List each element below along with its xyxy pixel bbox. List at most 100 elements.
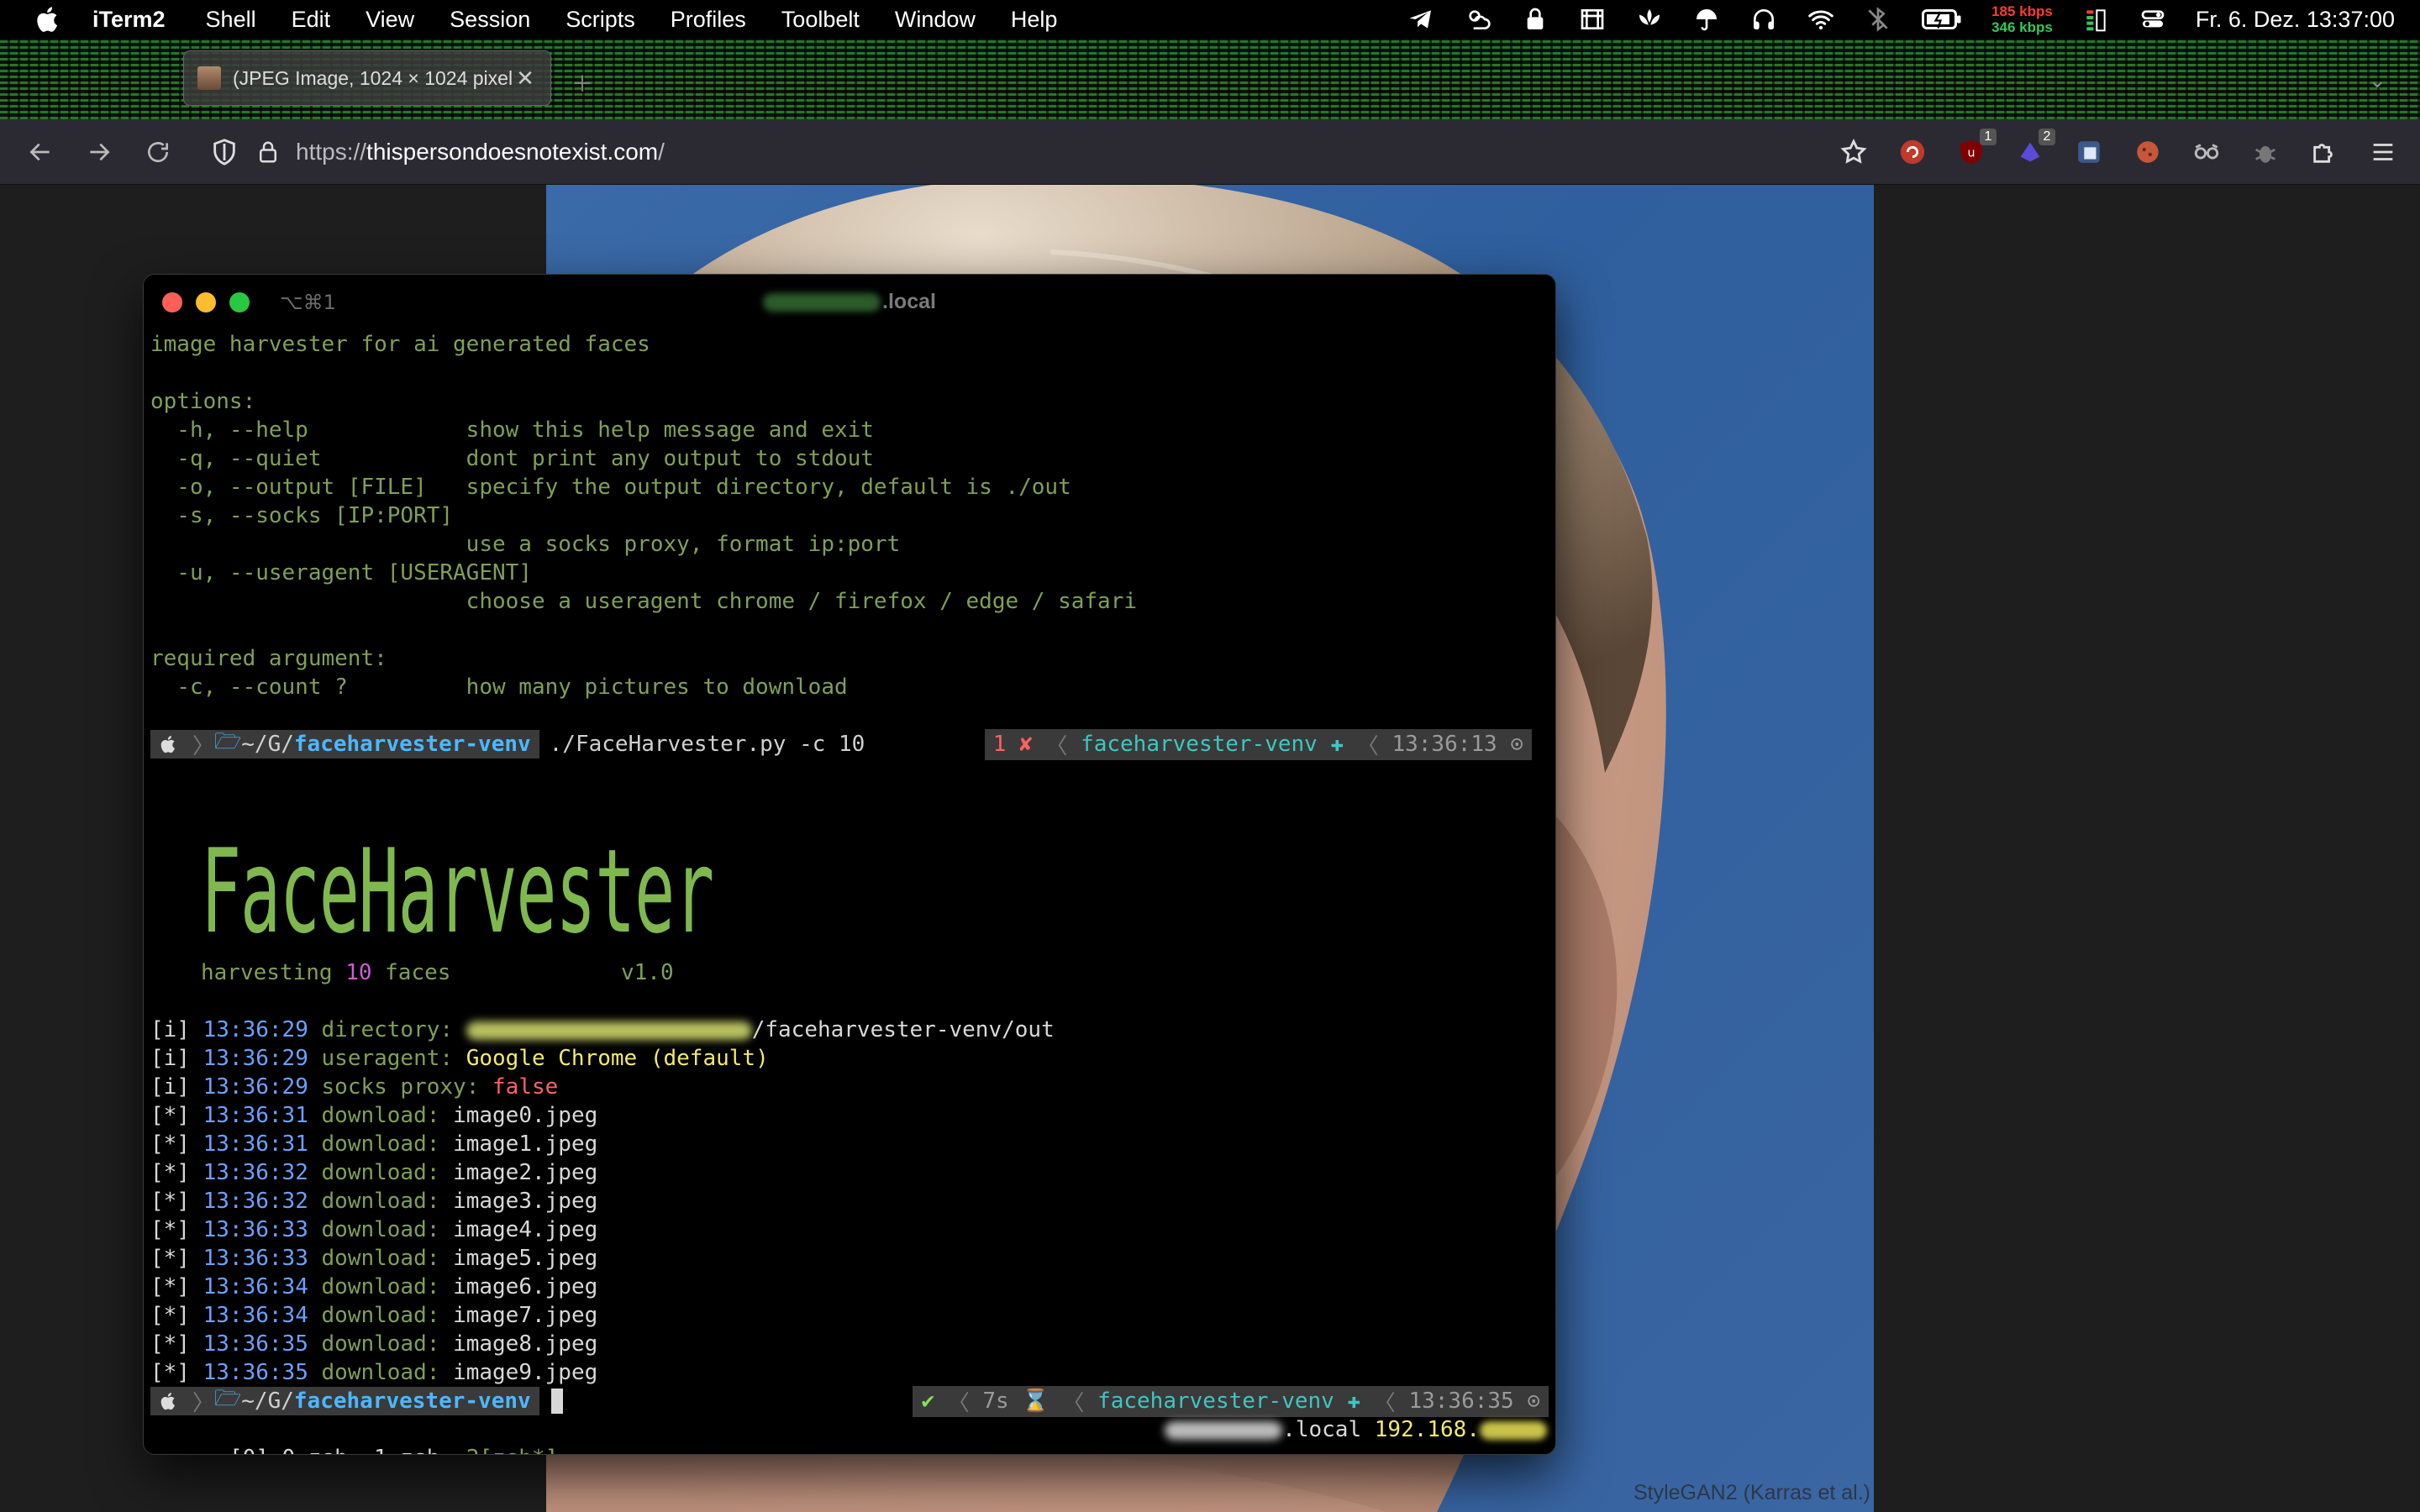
tab-list-chevron-icon[interactable]: ⌄ bbox=[2368, 67, 2386, 93]
network-speed[interactable]: 185 kbps 346 kbps bbox=[1991, 3, 2053, 35]
reload-button[interactable] bbox=[139, 134, 176, 171]
log-label: useragent: bbox=[321, 1046, 466, 1071]
log-value: image1.jpeg bbox=[453, 1131, 598, 1157]
menu-toolbelt[interactable]: Toolbelt bbox=[781, 7, 860, 33]
iterm-titlebar[interactable]: ⌥⌘1 .local bbox=[144, 275, 1555, 330]
toolbar-right: u 1 2 bbox=[1837, 119, 2400, 185]
extension-purple-icon[interactable]: 2 bbox=[2013, 129, 2055, 169]
image-credit: StyleGAN2 (Karras et al.) bbox=[1633, 1481, 1870, 1504]
help-option-line: -u, --useragent [USERAGENT] bbox=[150, 560, 532, 585]
url-text[interactable]: https://thispersondoesnotexist.com/ bbox=[296, 139, 665, 165]
url-bar[interactable]: https://thispersondoesnotexist.com/ bbox=[210, 127, 665, 177]
log-time: 13:36:29 bbox=[203, 1017, 308, 1042]
log-line: [i] 13:36:29 socks proxy: false bbox=[150, 1073, 558, 1101]
forward-button[interactable] bbox=[81, 134, 118, 171]
stats-bars-icon[interactable] bbox=[2081, 5, 2110, 34]
prompt-time: 13:36:13 bbox=[1392, 732, 1497, 757]
prompt-path-dir: faceharvester-venv bbox=[293, 732, 531, 757]
browser-tab[interactable]: (JPEG Image, 1024 × 1024 pixel ✕ bbox=[183, 50, 551, 106]
bluetooth-off-icon[interactable] bbox=[1864, 5, 1892, 34]
menu-window[interactable]: Window bbox=[895, 7, 976, 33]
prompt-time: 13:36:35 bbox=[1408, 1389, 1514, 1414]
extensions-puzzle-icon[interactable] bbox=[2307, 135, 2341, 169]
secure-lock-icon[interactable] bbox=[255, 139, 281, 165]
menu-app-name[interactable]: iTerm2 bbox=[92, 7, 166, 33]
help-description: image harvester for ai generated faces bbox=[150, 332, 650, 357]
log-label: download: bbox=[321, 1303, 454, 1328]
log-line: [*] 13:36:33 download: image5.jpeg bbox=[150, 1244, 597, 1273]
tmux-status-bar: [0] 0 zsh- 1 zsh- 2[zsh*] .local 192.168… bbox=[150, 1415, 1549, 1454]
log-label: download: bbox=[321, 1274, 454, 1299]
menu-session[interactable]: Session bbox=[450, 7, 530, 33]
help-option-line: use a socks proxy, format ip:port bbox=[150, 532, 901, 557]
log-line: [*] 13:36:34 download: image7.jpeg bbox=[150, 1301, 597, 1330]
log-line: [i] 13:36:29 useragent: Google Chrome (d… bbox=[150, 1044, 769, 1073]
ublock-icon[interactable]: u 1 bbox=[1954, 129, 1996, 169]
redacted-ip bbox=[1480, 1420, 1547, 1440]
prompt-command: ./FaceHarvester.py -c 10 bbox=[539, 730, 985, 759]
log-value: Google Chrome (default) bbox=[466, 1046, 769, 1071]
iterm-window[interactable]: ⌥⌘1 .local image harvester for ai genera… bbox=[143, 274, 1556, 1455]
log-time: 13:36:34 bbox=[203, 1274, 308, 1299]
log-label: download: bbox=[321, 1103, 454, 1128]
harvesting-prefix: harvesting bbox=[201, 960, 346, 985]
menu-view[interactable]: View bbox=[366, 7, 414, 33]
reload-icon bbox=[148, 141, 169, 162]
log-tag: [*] bbox=[150, 1246, 190, 1271]
back-button[interactable] bbox=[22, 134, 59, 171]
menu-profiles[interactable]: Profiles bbox=[671, 7, 746, 33]
status-area: 185 kbps 346 kbps Fr. 6. Dez. 13:37:00 bbox=[1407, 0, 2395, 39]
container-tabs-icon[interactable] bbox=[2072, 135, 2106, 169]
tracking-shield-icon[interactable] bbox=[210, 138, 239, 166]
menu-edit[interactable]: Edit bbox=[292, 7, 331, 33]
log-time: 13:36:33 bbox=[203, 1217, 308, 1242]
wifi-icon[interactable] bbox=[1807, 5, 1835, 34]
terminal-output[interactable]: image harvester for ai generated faces o… bbox=[150, 330, 1549, 1454]
bookmark-star-icon[interactable] bbox=[1837, 135, 1870, 169]
extension-bug-icon[interactable] bbox=[2249, 135, 2282, 169]
log-tag: [*] bbox=[150, 1274, 190, 1299]
harvesting-suffix: faces bbox=[371, 960, 451, 985]
log-line: [*] 13:36:31 download: image1.jpeg bbox=[150, 1130, 597, 1158]
apple-menu-icon[interactable] bbox=[34, 5, 67, 34]
menu-shell[interactable]: Shell bbox=[206, 7, 256, 33]
menu-help[interactable]: Help bbox=[1011, 7, 1058, 33]
menu-clock[interactable]: Fr. 6. Dez. 13:37:00 bbox=[2196, 7, 2395, 33]
weather-icon[interactable] bbox=[1464, 5, 1492, 34]
umbrella-icon[interactable] bbox=[1692, 5, 1721, 34]
telegram-icon[interactable] bbox=[1407, 5, 1435, 34]
extension-cookie-icon[interactable] bbox=[2131, 135, 2165, 169]
url-host: thispersondoesnotexist.com bbox=[366, 138, 659, 165]
extension-red-spiral-icon[interactable] bbox=[1896, 135, 1929, 169]
log-value: image6.jpeg bbox=[453, 1274, 598, 1299]
tmux-active-window[interactable]: 2[zsh*] bbox=[466, 1446, 559, 1454]
log-label: socks proxy: bbox=[321, 1074, 493, 1100]
faceharvester-banner: FaceHarvester bbox=[201, 824, 722, 959]
log-tag: [*] bbox=[150, 1189, 190, 1214]
lotus-icon[interactable] bbox=[1635, 5, 1664, 34]
lock-icon[interactable] bbox=[1521, 5, 1549, 34]
log-value: image0.jpeg bbox=[453, 1103, 598, 1128]
new-tab-icon[interactable]: ＋ bbox=[571, 67, 593, 98]
control-center-icon[interactable] bbox=[2139, 5, 2167, 34]
folder-icon: 🗁 bbox=[214, 729, 242, 754]
hamburger-menu-icon[interactable] bbox=[2366, 135, 2400, 169]
log-time: 13:36:34 bbox=[203, 1303, 308, 1328]
log-tag: [i] bbox=[150, 1017, 190, 1042]
tmux-windows[interactable]: [0] 0 zsh- 1 zsh- bbox=[229, 1446, 466, 1454]
menu-scripts[interactable]: Scripts bbox=[566, 7, 635, 33]
tab-close-icon[interactable]: ✕ bbox=[513, 66, 537, 92]
log-label: download: bbox=[321, 1189, 454, 1214]
prompt-apple-icon bbox=[150, 730, 184, 759]
status-ok: ✔ bbox=[921, 1389, 935, 1414]
extension-glasses-icon[interactable] bbox=[2190, 135, 2223, 169]
store-icon[interactable] bbox=[1578, 5, 1607, 34]
log-time: 13:36:31 bbox=[203, 1131, 308, 1157]
prompt-path-dir: faceharvester-venv bbox=[293, 1389, 531, 1414]
battery-icon[interactable] bbox=[1921, 5, 1963, 34]
log-line: [*] 13:36:32 download: image2.jpeg bbox=[150, 1158, 597, 1187]
prompt-right-segment: 1 ✘ 〈 faceharvester-venv ✚ 〈 13:36:13 ⊙ bbox=[984, 728, 1532, 760]
prompt-input[interactable] bbox=[539, 1387, 913, 1415]
headphones-icon[interactable] bbox=[1749, 5, 1778, 34]
log-tag: [*] bbox=[150, 1360, 190, 1385]
